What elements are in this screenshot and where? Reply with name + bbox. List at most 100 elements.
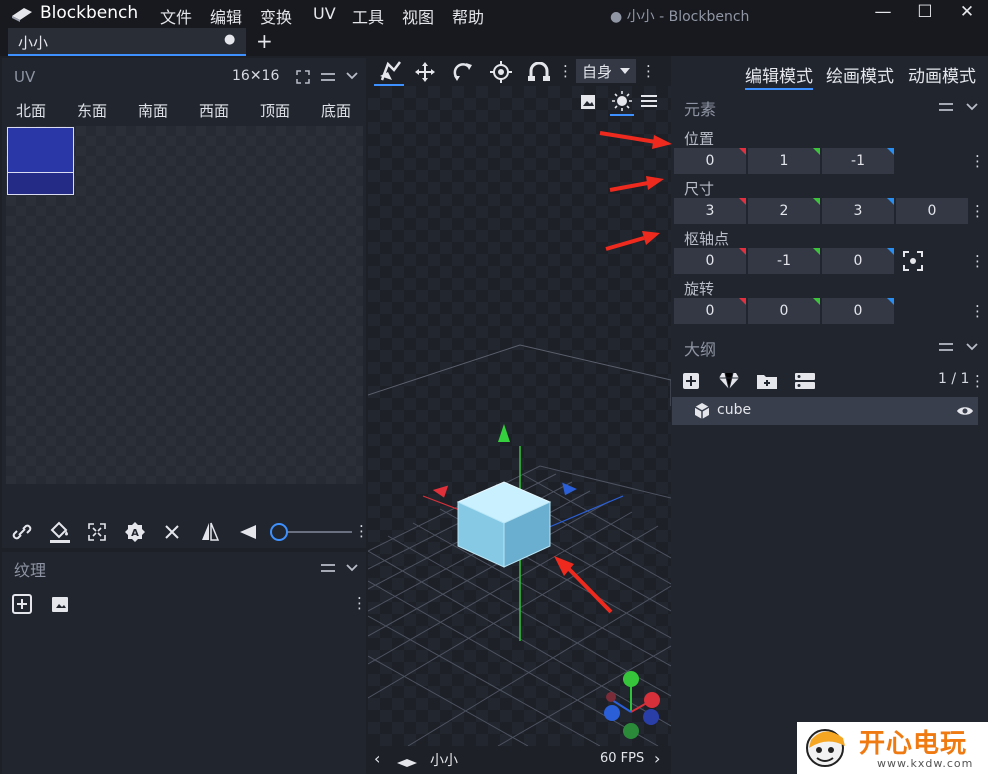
size-y-input[interactable]: 2 bbox=[748, 198, 820, 224]
viewport-model-name: 小小 bbox=[430, 753, 458, 769]
close-button[interactable]: ✕ bbox=[952, 2, 982, 22]
pivot-y-input[interactable]: -1 bbox=[748, 248, 820, 274]
mode-tab-animate[interactable]: 动画模式 bbox=[908, 62, 976, 87]
outliner-item[interactable]: cube bbox=[672, 397, 978, 425]
texture-panel-menu-icon[interactable] bbox=[320, 562, 336, 574]
lighting-icon[interactable] bbox=[610, 90, 634, 116]
next-chevron-icon[interactable]: › bbox=[654, 749, 660, 768]
cube-mesh[interactable] bbox=[456, 481, 552, 568]
size-x-input[interactable]: 3 bbox=[674, 198, 746, 224]
position-x-input[interactable]: 0 bbox=[674, 148, 746, 174]
orientation-gizmo[interactable] bbox=[604, 671, 660, 739]
element-chevron-down-icon[interactable] bbox=[966, 102, 978, 112]
minimize-button[interactable]: — bbox=[868, 2, 898, 22]
mode-tab-paint[interactable]: 绘画模式 bbox=[826, 62, 894, 87]
outliner-chevron-down-icon[interactable] bbox=[966, 342, 978, 352]
face-tab-north[interactable]: 北面 bbox=[16, 100, 46, 121]
title-bar: Blockbench 文件 编辑 变换 UV 工具 视图 帮助 ● 小小 - B… bbox=[0, 0, 988, 28]
maximize-uv-icon[interactable] bbox=[88, 523, 106, 541]
uv-face-rect[interactable] bbox=[7, 127, 74, 173]
rotation-more-icon[interactable]: ⋮ bbox=[970, 302, 985, 320]
select-chevron-icon bbox=[620, 68, 630, 74]
rotation-y-input[interactable]: 0 bbox=[748, 298, 820, 324]
face-tab-down[interactable]: 底面 bbox=[321, 100, 351, 121]
menu-tools[interactable]: 工具 bbox=[352, 4, 384, 28]
rotation-label: 旋转 bbox=[684, 280, 715, 298]
rotation-x-input[interactable]: 0 bbox=[674, 298, 746, 324]
uv-face-rect-secondary[interactable] bbox=[7, 172, 74, 195]
camera-icon[interactable] bbox=[396, 758, 418, 768]
tab-project[interactable]: 小小 ● bbox=[8, 28, 246, 56]
pivot-tool-icon[interactable] bbox=[490, 61, 512, 83]
rotation-slider[interactable] bbox=[268, 522, 354, 542]
chevron-down-icon[interactable] bbox=[346, 71, 358, 81]
rotate-tool-icon[interactable] bbox=[452, 61, 474, 83]
transform-space-value: 自身 bbox=[582, 63, 613, 81]
inflate-input[interactable]: 0 bbox=[896, 198, 968, 224]
viewport-menu-icon[interactable] bbox=[640, 94, 658, 108]
face-tab-up[interactable]: 顶面 bbox=[260, 100, 290, 121]
pivot-x-input[interactable]: 0 bbox=[674, 248, 746, 274]
prev-chevron-icon[interactable]: ‹ bbox=[374, 749, 380, 768]
outliner-more-icon[interactable]: ⋮ bbox=[970, 372, 985, 390]
clear-icon[interactable] bbox=[164, 524, 180, 540]
position-y-input[interactable]: 1 bbox=[748, 148, 820, 174]
maximize-button[interactable]: ☐ bbox=[910, 2, 940, 22]
watermark-url: www.kxdw.com bbox=[877, 757, 974, 770]
position-z-input[interactable]: -1 bbox=[822, 148, 894, 174]
create-texture-icon[interactable] bbox=[50, 594, 70, 614]
center-pivot-icon[interactable] bbox=[903, 251, 923, 271]
viewport-more-icon[interactable]: ⋮ bbox=[641, 62, 656, 80]
outliner-menu-icon[interactable] bbox=[938, 341, 954, 353]
new-tab-button[interactable]: + bbox=[256, 29, 273, 53]
uv-toolbar-more-icon[interactable]: ⋮ bbox=[354, 522, 369, 540]
uv-toolbar: A ⋮ bbox=[2, 512, 369, 552]
size-z-input[interactable]: 3 bbox=[822, 198, 894, 224]
texture-panel: 纹理 ⋮ bbox=[2, 552, 367, 774]
menu-help[interactable]: 帮助 bbox=[452, 4, 484, 28]
link-icon[interactable] bbox=[10, 522, 34, 542]
move-tool-icon[interactable] bbox=[374, 58, 404, 86]
unsaved-dot-icon[interactable]: ● bbox=[224, 32, 235, 47]
y-axis-marker bbox=[813, 298, 820, 305]
svg-text:A: A bbox=[131, 528, 139, 539]
mirror-x-icon[interactable] bbox=[200, 521, 220, 543]
pivot-more-icon[interactable]: ⋮ bbox=[970, 252, 985, 270]
face-tab-south[interactable]: 南面 bbox=[138, 100, 168, 121]
add-cube-icon[interactable] bbox=[682, 372, 700, 390]
pivot-z-input[interactable]: 0 bbox=[822, 248, 894, 274]
menu-file[interactable]: 文件 bbox=[160, 4, 192, 28]
menu-transform[interactable]: 变换 bbox=[260, 4, 292, 28]
tools-more-icon[interactable]: ⋮ bbox=[558, 62, 573, 80]
size-more-icon[interactable]: ⋮ bbox=[970, 202, 985, 220]
menu-view[interactable]: 视图 bbox=[402, 4, 434, 28]
translate-tool-icon[interactable] bbox=[414, 61, 436, 83]
paint-bucket-icon[interactable] bbox=[48, 520, 72, 544]
menu-edit[interactable]: 编辑 bbox=[210, 4, 242, 28]
face-tab-east[interactable]: 东面 bbox=[77, 100, 107, 121]
collapse-all-icon[interactable] bbox=[794, 372, 816, 390]
transform-space-select[interactable]: 自身 bbox=[576, 59, 636, 83]
blockbench-logo-icon bbox=[12, 8, 32, 22]
outliner-item-name: cube bbox=[717, 402, 752, 418]
import-texture-icon[interactable] bbox=[12, 594, 32, 614]
auto-uv-icon[interactable]: A bbox=[124, 521, 146, 543]
menu-uv[interactable]: UV bbox=[313, 4, 336, 23]
vertex-snap-icon[interactable] bbox=[528, 62, 550, 82]
position-more-icon[interactable]: ⋮ bbox=[970, 152, 985, 170]
visibility-eye-icon[interactable] bbox=[956, 405, 974, 417]
texture-chevron-down-icon[interactable] bbox=[346, 563, 358, 573]
outliner-title: 大纲 bbox=[684, 340, 717, 359]
mirror-y-icon[interactable] bbox=[238, 522, 260, 542]
rotation-z-input[interactable]: 0 bbox=[822, 298, 894, 324]
add-group-icon[interactable] bbox=[756, 372, 778, 390]
element-panel-menu-icon[interactable] bbox=[938, 101, 954, 113]
add-mesh-icon[interactable] bbox=[718, 372, 740, 390]
annotation-arrows bbox=[599, 131, 672, 251]
mode-tab-edit[interactable]: 编辑模式 bbox=[745, 62, 813, 90]
background-image-icon[interactable] bbox=[580, 94, 596, 110]
face-tab-west[interactable]: 西面 bbox=[199, 100, 229, 121]
fullscreen-icon[interactable] bbox=[296, 70, 310, 84]
panel-menu-icon[interactable] bbox=[320, 71, 336, 83]
texture-more-icon[interactable]: ⋮ bbox=[352, 594, 367, 612]
